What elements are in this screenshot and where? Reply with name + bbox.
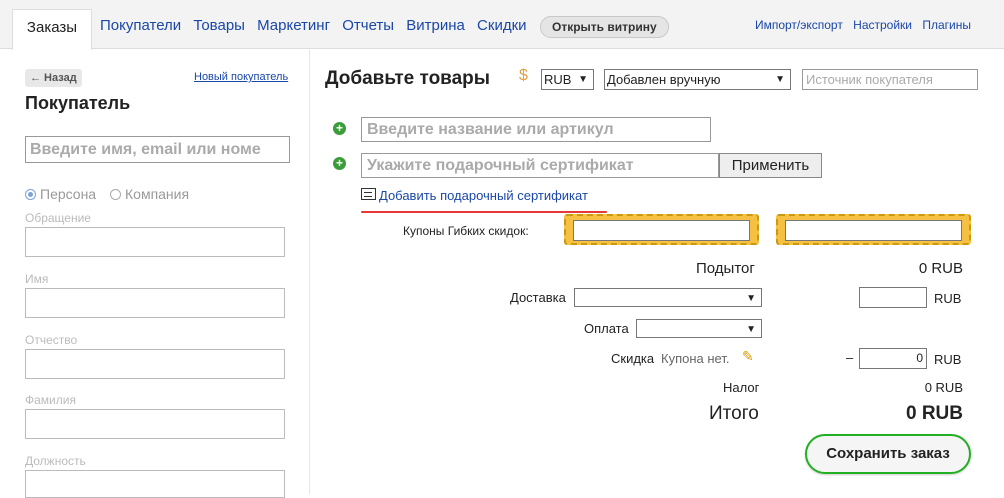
position-label: Должность xyxy=(25,454,86,468)
customer-search-input[interactable]: Введите имя, email или номе xyxy=(25,136,290,163)
back-button[interactable]: ← Назад xyxy=(25,69,82,87)
payment-select[interactable]: ▼ xyxy=(636,319,762,338)
nav-link-products[interactable]: Товары xyxy=(193,17,245,34)
nav-link-marketing[interactable]: Маркетинг xyxy=(257,17,330,34)
subtotal-value: 0 RUB xyxy=(918,260,963,277)
main-nav-links: Покупатели Товары Маркетинг Отчеты Витри… xyxy=(100,17,535,34)
total-value: 0 RUB xyxy=(905,403,963,424)
chevron-down-icon: ▼ xyxy=(775,74,785,85)
last-name-field[interactable] xyxy=(25,409,285,439)
currency-coin-icon: $ xyxy=(519,67,528,84)
pencil-icon[interactable]: ✎ xyxy=(742,348,754,365)
add-product-icon[interactable]: + xyxy=(333,122,346,135)
import-export-link[interactable]: Импорт/экспорт xyxy=(755,18,843,32)
delivery-currency: RUB xyxy=(934,291,962,306)
coupon-input-1[interactable] xyxy=(573,220,750,241)
coupon-input-2[interactable] xyxy=(785,220,962,241)
coupons-label: Купоны Гибких скидок: xyxy=(403,224,529,238)
radio-person-label: Персона xyxy=(40,186,97,202)
customer-panel: ← Назад Новый покупатель Покупатель Введ… xyxy=(0,50,310,498)
discount-minus: – xyxy=(846,350,854,365)
discount-input[interactable]: 0 xyxy=(859,348,927,369)
annotation-underline xyxy=(361,211,607,213)
payment-label: Оплата xyxy=(584,321,629,336)
radio-checked-icon xyxy=(25,189,36,200)
chevron-down-icon: ▼ xyxy=(578,74,588,85)
gift-certificate-icon xyxy=(361,188,376,200)
customer-title: Покупатель xyxy=(25,93,131,113)
chevron-down-icon: ▼ xyxy=(746,293,756,304)
customer-source-input[interactable]: Источник покупателя xyxy=(802,69,978,90)
discount-label: Скидка xyxy=(611,351,655,366)
delivery-cost-input[interactable] xyxy=(859,287,927,308)
tax-value: 0 RUB xyxy=(924,380,963,395)
first-name-field[interactable] xyxy=(25,288,285,318)
order-source-select[interactable]: Добавлен вручную ▼ xyxy=(604,69,791,90)
middle-name-label: Отчество xyxy=(25,333,78,347)
nav-link-storefront[interactable]: Витрина xyxy=(406,17,465,34)
add-products-title: Добавьте товары xyxy=(325,68,491,89)
salutation-label: Обращение xyxy=(25,211,91,225)
top-navigation: Заказы Покупатели Товары Маркетинг Отчет… xyxy=(0,0,1004,50)
save-order-button[interactable]: Сохранить заказ xyxy=(805,434,971,474)
radio-company[interactable]: Компания xyxy=(110,186,189,202)
gift-certificate-input[interactable]: Укажите подарочный сертификат xyxy=(361,153,719,178)
product-search-input[interactable]: Введите название или артикул xyxy=(361,117,711,142)
first-name-label: Имя xyxy=(25,272,49,286)
subtotal-label: Подытог xyxy=(696,260,755,277)
radio-person[interactable]: Персона xyxy=(25,186,96,202)
panel-divider xyxy=(309,50,310,494)
discount-currency: RUB xyxy=(934,352,962,367)
nav-link-customers[interactable]: Покупатели xyxy=(100,17,181,34)
delivery-label: Доставка xyxy=(510,290,566,305)
total-label: Итого xyxy=(709,403,759,424)
add-gift-certificate-link[interactable]: Добавить подарочный сертификат xyxy=(379,188,588,203)
currency-select[interactable]: RUB ▼ xyxy=(541,69,594,90)
tab-orders[interactable]: Заказы xyxy=(12,9,92,50)
coupon-field-1 xyxy=(564,214,759,245)
settings-link[interactable]: Настройки xyxy=(853,18,912,32)
salutation-field[interactable] xyxy=(25,227,285,257)
discount-note: Купона нет. xyxy=(661,351,730,366)
plugins-link[interactable]: Плагины xyxy=(922,18,971,32)
middle-name-field[interactable] xyxy=(25,349,285,379)
new-customer-link[interactable]: Новый покупатель xyxy=(194,71,288,83)
last-name-label: Фамилия xyxy=(25,393,76,407)
nav-link-reports[interactable]: Отчеты xyxy=(342,17,394,34)
nav-link-discounts[interactable]: Скидки xyxy=(477,17,526,34)
utility-links: Импорт/экспорт Настройки Плагины xyxy=(748,18,971,32)
tax-label: Налог xyxy=(723,380,760,395)
delivery-select[interactable]: ▼ xyxy=(574,288,762,307)
open-storefront-button[interactable]: Открыть витрину xyxy=(540,16,669,38)
add-certificate-icon[interactable]: + xyxy=(333,157,346,170)
chevron-down-icon: ▼ xyxy=(746,324,756,335)
radio-unchecked-icon xyxy=(110,189,121,200)
customer-type-selector: Персона Компания xyxy=(25,186,189,202)
apply-button[interactable]: Применить xyxy=(719,153,822,178)
coupon-field-2 xyxy=(776,214,971,245)
radio-company-label: Компания xyxy=(125,186,190,202)
